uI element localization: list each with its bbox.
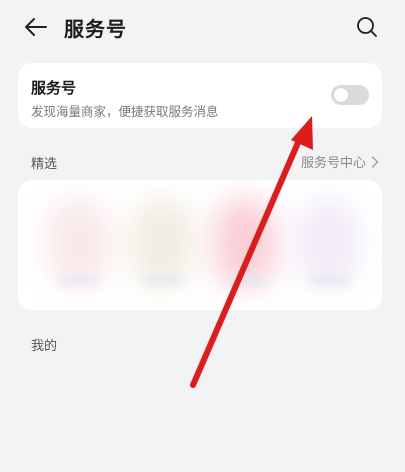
featured-accounts-card — [18, 180, 382, 310]
service-accounts-page: 服务号 服务号 发现海量商家，便捷获取服务消息 精选 服务号中心 我的 — [0, 0, 405, 472]
blurred-account-name — [309, 275, 349, 285]
blurred-account-name — [226, 275, 266, 285]
blurred-account-name — [60, 275, 100, 285]
service-center-link-label: 服务号中心 — [300, 156, 366, 171]
mine-section-label: 我的 — [31, 339, 58, 354]
page-title: 服务号 — [64, 17, 127, 41]
chevron-right-icon — [371, 155, 379, 168]
toggle-card-title: 服务号 — [31, 79, 77, 97]
service-account-switch[interactable] — [331, 85, 369, 105]
arrow-left-icon — [25, 18, 47, 36]
search-icon — [357, 17, 377, 37]
top-bar: 服务号 — [0, 0, 405, 54]
service-center-link[interactable]: 服务号中心 — [301, 152, 379, 171]
blurred-account-name — [143, 275, 183, 285]
switch-knob — [334, 88, 348, 102]
back-button[interactable] — [22, 14, 50, 40]
service-account-toggle-card: 服务号 发现海量商家，便捷获取服务消息 — [18, 63, 382, 128]
toggle-card-description: 发现海量商家，便捷获取服务消息 — [31, 104, 219, 119]
featured-section-label: 精选 — [31, 157, 58, 172]
search-button[interactable] — [353, 13, 381, 41]
